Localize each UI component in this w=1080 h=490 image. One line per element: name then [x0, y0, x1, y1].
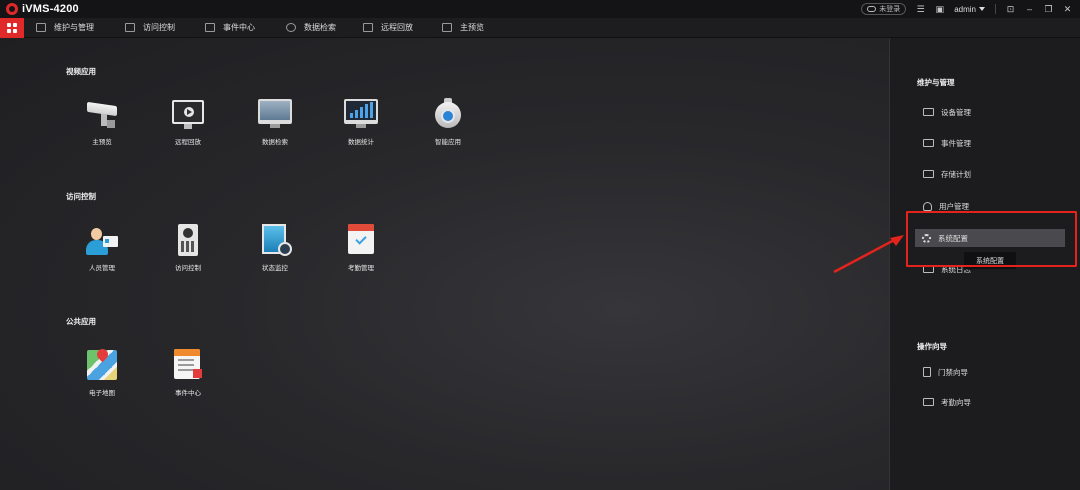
playback-monitor-icon [171, 98, 205, 130]
annotation-arrow-icon [833, 235, 904, 274]
lock-icon[interactable]: ⊡ [1006, 4, 1015, 14]
camera-icon [85, 98, 119, 130]
section-title-video: 视频应用 [66, 67, 96, 76]
menu-item-label: 数据检索 [304, 23, 336, 32]
maintenance-icon [36, 23, 46, 32]
menu-item-data-search[interactable]: 数据检索 [286, 18, 336, 38]
home-menu-button[interactable] [0, 17, 24, 38]
section-title-access: 访问控制 [66, 192, 96, 201]
divider [995, 4, 996, 14]
app-label: 考勤管理 [348, 265, 374, 272]
app-tile-remote-playback[interactable]: 远程回放 [158, 98, 218, 146]
list-icon[interactable]: ☰ [916, 4, 925, 14]
app-label: 访问控制 [175, 265, 201, 272]
device-icon [923, 108, 934, 116]
main-preview-icon [442, 23, 452, 32]
app-tile-attendance[interactable]: 考勤管理 [331, 224, 391, 272]
annotation-highlight-box [906, 211, 1077, 267]
app-tile-smart-app[interactable]: 智能应用 [418, 98, 478, 146]
app-tile-data-statistics[interactable]: 数据统计 [331, 98, 391, 146]
menu-item-label: 事件中心 [223, 23, 255, 32]
menu-item-maintenance[interactable]: 维护与管理 [36, 18, 94, 38]
rp-item-storage-schedule[interactable]: 存储计划 [923, 166, 971, 182]
app-label: 状态监控 [262, 265, 288, 272]
door-terminal-icon [171, 224, 205, 256]
cloud-icon [867, 6, 877, 12]
menu-item-label: 维护与管理 [54, 23, 94, 32]
rp-item-device-management[interactable]: 设备管理 [923, 104, 971, 120]
app-label: 数据检索 [262, 139, 288, 146]
rp-item-label: 设备管理 [941, 107, 971, 117]
rp-item-label: 存储计划 [941, 169, 971, 179]
login-status-button[interactable]: 未登录 [861, 3, 907, 15]
robot-icon [431, 98, 465, 130]
app-tile-e-map[interactable]: 电子地图 [72, 346, 132, 397]
rp-item-door-wizard[interactable]: 门禁向导 [923, 364, 968, 380]
person-card-icon [85, 224, 119, 256]
menu-item-access-control[interactable]: 访问控制 [125, 18, 175, 38]
app-tile-status-monitor[interactable]: 状态监控 [245, 224, 305, 272]
app-tile-data-search[interactable]: 数据检索 [245, 98, 305, 146]
grid-icon [7, 22, 17, 33]
menu-item-remote-playback[interactable]: 远程回放 [363, 18, 413, 38]
bar-chart-icon [344, 98, 378, 130]
app-tile-access-control[interactable]: 访问控制 [158, 224, 218, 272]
data-search-icon [286, 23, 296, 32]
menu-item-label: 主预览 [460, 23, 484, 32]
rp-item-label: 考勤向导 [941, 397, 971, 407]
app-label: 人员管理 [89, 265, 115, 272]
app-label: 智能应用 [435, 139, 461, 146]
monitor-icon [258, 98, 292, 130]
rp-item-label: 门禁向导 [938, 367, 968, 377]
username-label: admin [954, 4, 976, 14]
app-label: 电子地图 [89, 390, 115, 397]
menu-bar: 维护与管理 访问控制 事件中心 数据检索 远程回放 主预览 [0, 17, 1080, 38]
app-tile-person-management[interactable]: 人员管理 [72, 224, 132, 272]
rp-item-label: 事件管理 [941, 138, 971, 148]
storage-icon [923, 170, 934, 178]
rp-item-event-management[interactable]: 事件管理 [923, 135, 971, 151]
menu-item-label: 远程回放 [381, 23, 413, 32]
status-monitor-icon [258, 224, 292, 256]
app-label: 远程回放 [175, 139, 201, 146]
calendar-icon [344, 224, 378, 256]
menu-item-event-center[interactable]: 事件中心 [205, 18, 255, 38]
rp-item-label: 用户管理 [939, 201, 969, 211]
app-label: 数据统计 [348, 139, 374, 146]
title-bar: iVMS-4200 未登录 ☰ ▣ admin ⊡ – ❐ ✕ [0, 0, 1080, 18]
login-status-label: 未登录 [879, 6, 901, 13]
app-tile-main-preview[interactable]: 主预览 [72, 98, 132, 146]
main-content: 视频应用 主预览 远程回放 数据检索 数据统计 智能应用 访问控制 人员管理 访… [0, 38, 889, 490]
user-icon [923, 201, 932, 211]
app-tile-event-center[interactable]: 事件中心 [158, 349, 218, 397]
minimize-icon[interactable]: – [1025, 4, 1034, 14]
calendar-icon [923, 398, 934, 406]
access-control-icon [125, 23, 135, 32]
event-icon [923, 139, 934, 147]
close-icon[interactable]: ✕ [1063, 4, 1072, 14]
app-logo-icon [6, 3, 18, 15]
title-bar-controls: 未登录 ☰ ▣ admin ⊡ – ❐ ✕ [861, 2, 1072, 16]
section-title-public: 公共应用 [66, 317, 96, 326]
menu-item-main-preview[interactable]: 主预览 [442, 18, 484, 38]
chevron-down-icon [979, 7, 985, 11]
section-title-maintenance: 维护与管理 [917, 78, 955, 87]
user-menu[interactable]: admin [954, 5, 985, 14]
menu-item-label: 访问控制 [143, 23, 175, 32]
door-icon [923, 367, 931, 377]
app-label: 事件中心 [175, 390, 201, 397]
app-title: iVMS-4200 [22, 3, 79, 15]
event-center-icon [205, 23, 215, 32]
section-title-guide: 操作向导 [917, 342, 947, 351]
restore-icon[interactable]: ❐ [1044, 4, 1053, 14]
app-label: 主预览 [92, 139, 112, 146]
map-icon [85, 346, 119, 381]
image-icon[interactable]: ▣ [935, 4, 944, 14]
remote-playback-icon [363, 23, 373, 32]
event-list-icon [171, 349, 205, 381]
rp-item-attendance-wizard[interactable]: 考勤向导 [923, 394, 971, 410]
